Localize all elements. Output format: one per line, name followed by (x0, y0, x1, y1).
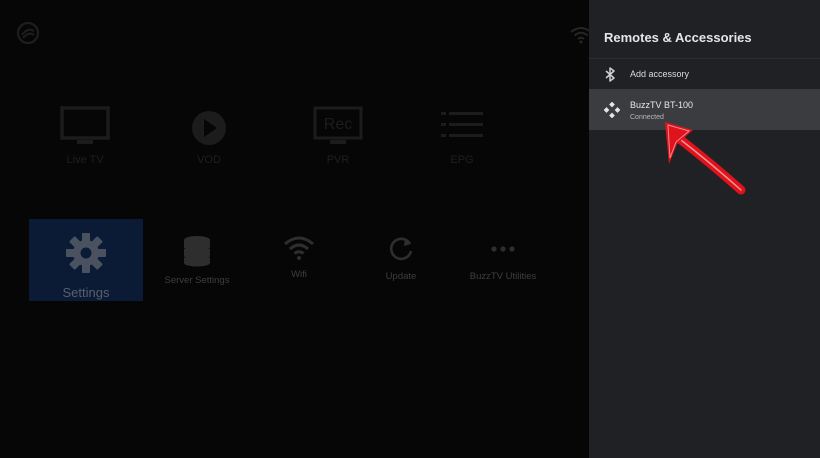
tile-settings[interactable]: Settings (29, 219, 143, 301)
bluetooth-icon (605, 67, 615, 82)
gear-icon (66, 233, 106, 273)
app-logo-icon (16, 21, 40, 45)
tile-epg[interactable]: EPG (407, 108, 517, 166)
more-dots-icon (491, 246, 515, 252)
tile-live-tv[interactable]: Live TV (30, 106, 140, 166)
tile-pvr[interactable]: Rec PVR (283, 106, 393, 166)
add-accessory-item[interactable]: Add accessory (589, 60, 820, 88)
tile-label: Wifi (291, 269, 307, 280)
tile-label: PVR (326, 154, 350, 166)
device-name: BuzzTV BT-100 (630, 100, 694, 110)
tv-icon (60, 106, 110, 144)
wifi-icon (284, 236, 314, 260)
launcher-background: Live TV VOD Rec PVR EPG Settings Server … (0, 0, 592, 458)
tile-label: VOD (197, 154, 221, 166)
tile-label: BuzzTV Utilities (469, 271, 537, 282)
tile-buzztv-utilities[interactable]: BuzzTV Utilities (447, 219, 559, 299)
database-icon (184, 236, 210, 267)
panel-title: Remotes & Accessories (604, 30, 752, 45)
gamepad-icon (604, 102, 620, 118)
panel-divider (589, 58, 820, 59)
tile-label: Update (385, 271, 417, 282)
list-icon (441, 112, 483, 137)
tile-server-settings[interactable]: Server Settings (141, 219, 253, 299)
add-accessory-label: Add accessory (630, 69, 690, 79)
tile-label: EPG (450, 154, 474, 166)
rec-icon-text: Rec (324, 116, 352, 133)
tile-update[interactable]: Update (345, 219, 457, 299)
play-circle-icon (192, 111, 226, 145)
tile-label: Live TV (66, 154, 104, 166)
rec-icon: Rec (313, 106, 363, 144)
tile-label: Settings (62, 285, 110, 300)
tile-label: Server Settings (164, 275, 230, 286)
refresh-icon (390, 237, 413, 261)
screen: Live TV VOD Rec PVR EPG Settings Server … (0, 0, 820, 458)
remotes-accessories-panel: Remotes & Accessories Add accessory Buzz… (589, 0, 820, 458)
tile-vod[interactable]: VOD (154, 108, 264, 166)
annotation-arrow-icon (665, 122, 746, 195)
tile-wifi[interactable]: Wifi (243, 219, 355, 299)
